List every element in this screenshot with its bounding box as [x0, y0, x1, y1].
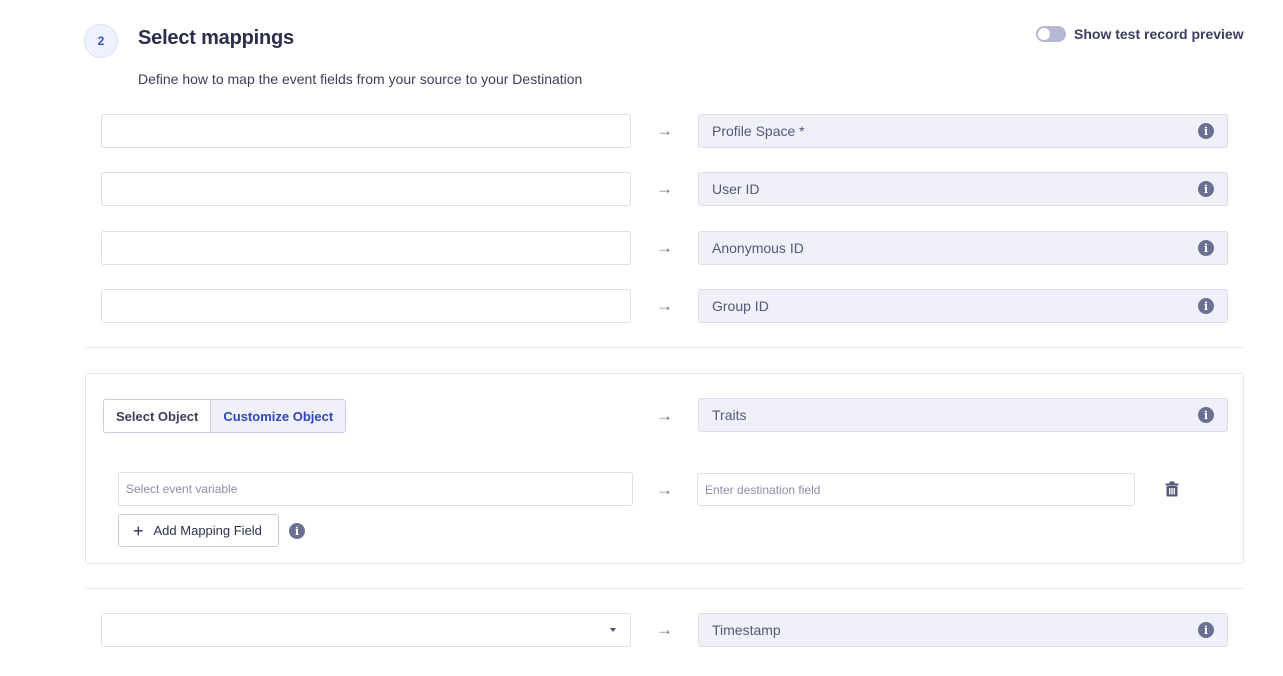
plus-icon: +: [133, 520, 144, 541]
mapping-row-profile-space: → Profile Space * i: [101, 114, 1228, 148]
toggle-knob: [1038, 28, 1050, 40]
mapping-row-user-id: → User ID i: [101, 172, 1228, 206]
destination-field: Profile Space * i: [698, 114, 1228, 148]
source-field-input[interactable]: [101, 172, 631, 206]
customize-object-tab[interactable]: Customize Object: [210, 400, 346, 432]
show-test-record-preview-toggle[interactable]: Show test record preview: [1036, 26, 1244, 42]
add-mapping-field-label: Add Mapping Field: [153, 523, 262, 538]
timestamp-source-input[interactable]: [101, 613, 631, 647]
destination-field: User ID i: [698, 172, 1228, 206]
info-icon[interactable]: i: [1198, 622, 1214, 638]
page-subtitle: Define how to map the event fields from …: [138, 71, 583, 87]
trash-icon[interactable]: [1165, 481, 1179, 497]
destination-label: Anonymous ID: [712, 240, 804, 256]
caret-down-icon[interactable]: [610, 628, 616, 632]
arrow-right-icon: →: [656, 179, 673, 198]
destination-field: Group ID i: [698, 289, 1228, 323]
toggle-switch[interactable]: [1036, 26, 1066, 42]
object-mode-segmented-control: Select Object Customize Object: [103, 399, 347, 433]
timestamp-source-select[interactable]: [101, 613, 631, 647]
select-mappings-page: 2 Select mappings Define how to map the …: [0, 0, 1283, 676]
info-icon[interactable]: i: [1198, 240, 1214, 256]
info-icon[interactable]: i: [289, 523, 305, 539]
destination-label: Group ID: [712, 298, 769, 314]
traits-mapping-box: Select Object Customize Object → Traits …: [85, 373, 1244, 564]
arrow-right-icon: →: [656, 296, 673, 315]
destination-field: Anonymous ID i: [698, 231, 1228, 265]
step-badge: 2: [84, 24, 118, 58]
traits-destination-field: Traits i: [698, 398, 1228, 432]
page-title: Select mappings: [138, 27, 294, 49]
arrow-right-icon: →: [656, 480, 673, 499]
destination-label: Traits: [712, 407, 747, 423]
destination-label: Profile Space *: [712, 123, 805, 139]
mapping-row-timestamp: → Timestamp i: [101, 613, 1228, 647]
destination-field-input[interactable]: [697, 473, 1135, 506]
info-icon[interactable]: i: [1198, 181, 1214, 197]
section-divider: [85, 347, 1244, 348]
destination-label: Timestamp: [712, 622, 781, 638]
info-icon[interactable]: i: [1198, 123, 1214, 139]
mapping-row-group-id: → Group ID i: [101, 289, 1228, 323]
event-variable-input[interactable]: [118, 472, 633, 506]
arrow-right-icon: →: [656, 121, 673, 140]
toggle-label: Show test record preview: [1074, 26, 1244, 42]
destination-label: User ID: [712, 181, 760, 197]
arrow-right-icon: →: [656, 620, 673, 639]
select-object-tab[interactable]: Select Object: [104, 400, 211, 432]
section-divider: [85, 588, 1244, 589]
add-mapping-field-button[interactable]: + Add Mapping Field: [118, 514, 279, 547]
arrow-right-icon: →: [656, 406, 673, 425]
source-field-input[interactable]: [101, 231, 631, 265]
destination-field: Timestamp i: [698, 613, 1228, 647]
arrow-right-icon: →: [656, 238, 673, 257]
mapping-row-anonymous-id: → Anonymous ID i: [101, 231, 1228, 265]
info-icon[interactable]: i: [1198, 298, 1214, 314]
source-field-input[interactable]: [101, 289, 631, 323]
source-field-input[interactable]: [101, 114, 631, 148]
info-icon[interactable]: i: [1198, 407, 1214, 423]
